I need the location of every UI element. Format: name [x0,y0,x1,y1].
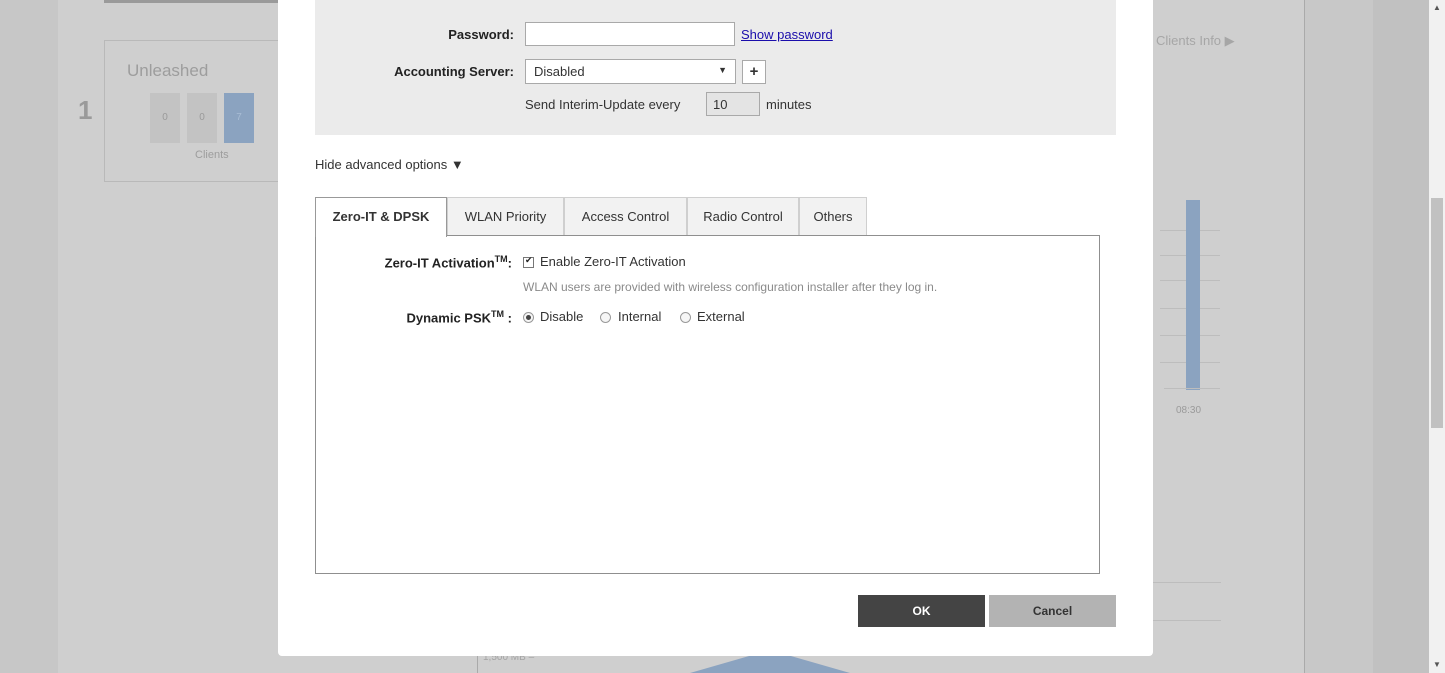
background-chart-tick: 08:30 [1176,405,1202,416]
tab-access-control[interactable]: Access Control [564,197,687,236]
background-right-inner [1373,0,1430,673]
background-top-line [104,0,284,3]
tab-others[interactable]: Others [799,197,867,236]
dpsk-disable-label[interactable]: Disable [540,309,583,324]
background-chip: 0 [150,93,180,143]
scroll-up-arrow-icon[interactable]: ▲ [1429,0,1445,16]
zero-it-activation-checkbox[interactable] [523,255,534,268]
clients-info-label: Clients Info [1156,33,1222,48]
dpsk-internal-label[interactable]: Internal [618,309,661,324]
interim-update-suffix: minutes [766,97,812,112]
tab-zero-it-dpsk[interactable]: Zero-IT & DPSK [315,197,447,237]
dynamic-psk-label: Dynamic PSKTM : [338,309,513,326]
cancel-button[interactable]: Cancel [989,595,1116,627]
zero-it-activation-label: Zero-IT ActivationTM: [338,254,512,270]
background-left-strip [0,0,58,673]
dpsk-external-label[interactable]: External [697,309,745,324]
background-right-strip [1304,0,1430,673]
page-scrollbar[interactable]: ▲ ▼ [1429,0,1445,673]
dpsk-internal-radio[interactable] [600,312,611,323]
background-gridline [1153,620,1221,621]
add-accounting-server-button[interactable]: + [742,60,766,84]
wlan-edit-dialog: Password: Show password Accounting Serve… [278,0,1153,656]
tab-radio-control[interactable]: Radio Control [687,197,799,236]
background-gridline [1153,582,1221,583]
zero-it-help-text: WLAN users are provided with wireless co… [523,280,938,294]
trademark-sup: TM [491,309,505,319]
dpsk-disable-radio[interactable] [523,312,534,323]
accounting-server-select[interactable]: Disabled ▼ [525,59,736,84]
background-chip: 0 [187,93,217,143]
dpsk-label-text: Dynamic PSK [406,310,492,326]
trademark-sup: TM [494,254,508,264]
zero-it-label-text: Zero-IT Activation [384,255,495,271]
dpsk-external-radio[interactable] [680,312,691,323]
background-chart-axis [1164,388,1220,395]
password-label: Password: [448,27,514,42]
ok-button[interactable]: OK [858,595,985,627]
interim-update-prefix: Send Interim-Update every [525,97,681,112]
password-input[interactable] [525,22,735,46]
show-password-link[interactable]: Show password [741,27,833,42]
zero-it-activation-checkbox-label[interactable]: Enable Zero-IT Activation [540,254,686,269]
hide-advanced-options-toggle[interactable]: Hide advanced options ▼ [315,157,464,172]
label-suffix: : [504,310,512,326]
background-chip: 7 [224,93,254,143]
triangle-right-icon: ▶ [1224,33,1235,48]
scroll-thumb[interactable] [1431,198,1443,428]
chevron-down-icon: ▼ [718,65,727,75]
background-clients-info: Clients Info ▶ [1156,33,1235,49]
background-unleashed-card: Unleashed 0 0 7 Clients [104,40,286,182]
accounting-server-label: Accounting Server: [394,64,514,79]
background-card-title: Unleashed [127,61,209,80]
scroll-down-arrow-icon[interactable]: ▼ [1429,657,1445,673]
tab-wlan-priority[interactable]: WLAN Priority [447,197,564,236]
label-suffix: : [507,255,512,271]
background-chart-bar [1186,200,1200,390]
background-card-number: 1 [78,95,93,125]
interim-update-input[interactable] [706,92,760,116]
background-chips-caption: Clients [195,149,229,161]
accounting-server-value: Disabled [534,64,585,79]
